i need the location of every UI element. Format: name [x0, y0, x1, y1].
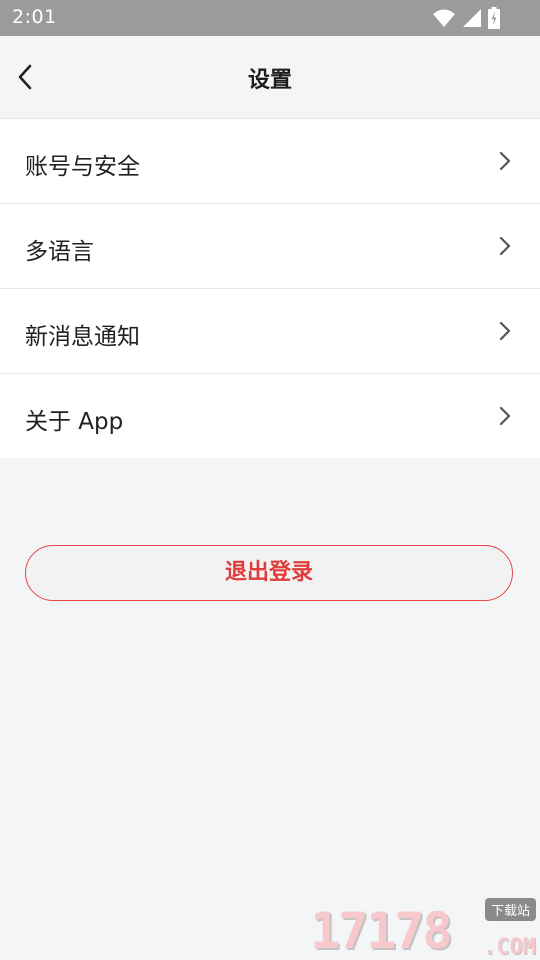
menu-item-label: 多语言 [25, 239, 94, 265]
watermark-domain: .COM [483, 935, 536, 960]
settings-menu-list: 账号与安全 多语言 新消息通知 关于 App [0, 119, 540, 458]
watermark-badge: 下载站 [484, 898, 536, 921]
chevron-right-icon [499, 321, 511, 341]
menu-item-about[interactable]: 关于 App [0, 374, 540, 458]
nav-bar: 设置 [0, 36, 540, 119]
menu-item-label: 新消息通知 [25, 324, 140, 350]
menu-item-notifications[interactable]: 新消息通知 [0, 289, 540, 374]
menu-item-language[interactable]: 多语言 [0, 204, 540, 289]
menu-item-account-security[interactable]: 账号与安全 [0, 119, 540, 204]
status-icons [432, 7, 500, 29]
wifi-icon [432, 8, 456, 28]
chevron-right-icon [499, 406, 511, 426]
menu-item-label: 账号与安全 [25, 154, 140, 180]
chevron-right-icon [499, 236, 511, 256]
chevron-right-icon [499, 151, 511, 171]
signal-icon [462, 8, 482, 28]
battery-icon [488, 7, 500, 29]
watermark-logo: 17178 下载站 .COM [310, 898, 540, 960]
status-bar: 2:01 [0, 0, 540, 36]
watermark-number: 17178 [310, 902, 453, 960]
logout-button[interactable]: 退出登录 [25, 545, 513, 601]
page-title: 设置 [247, 68, 292, 93]
status-time: 2:01 [12, 6, 57, 28]
menu-item-label: 关于 App [25, 409, 124, 435]
